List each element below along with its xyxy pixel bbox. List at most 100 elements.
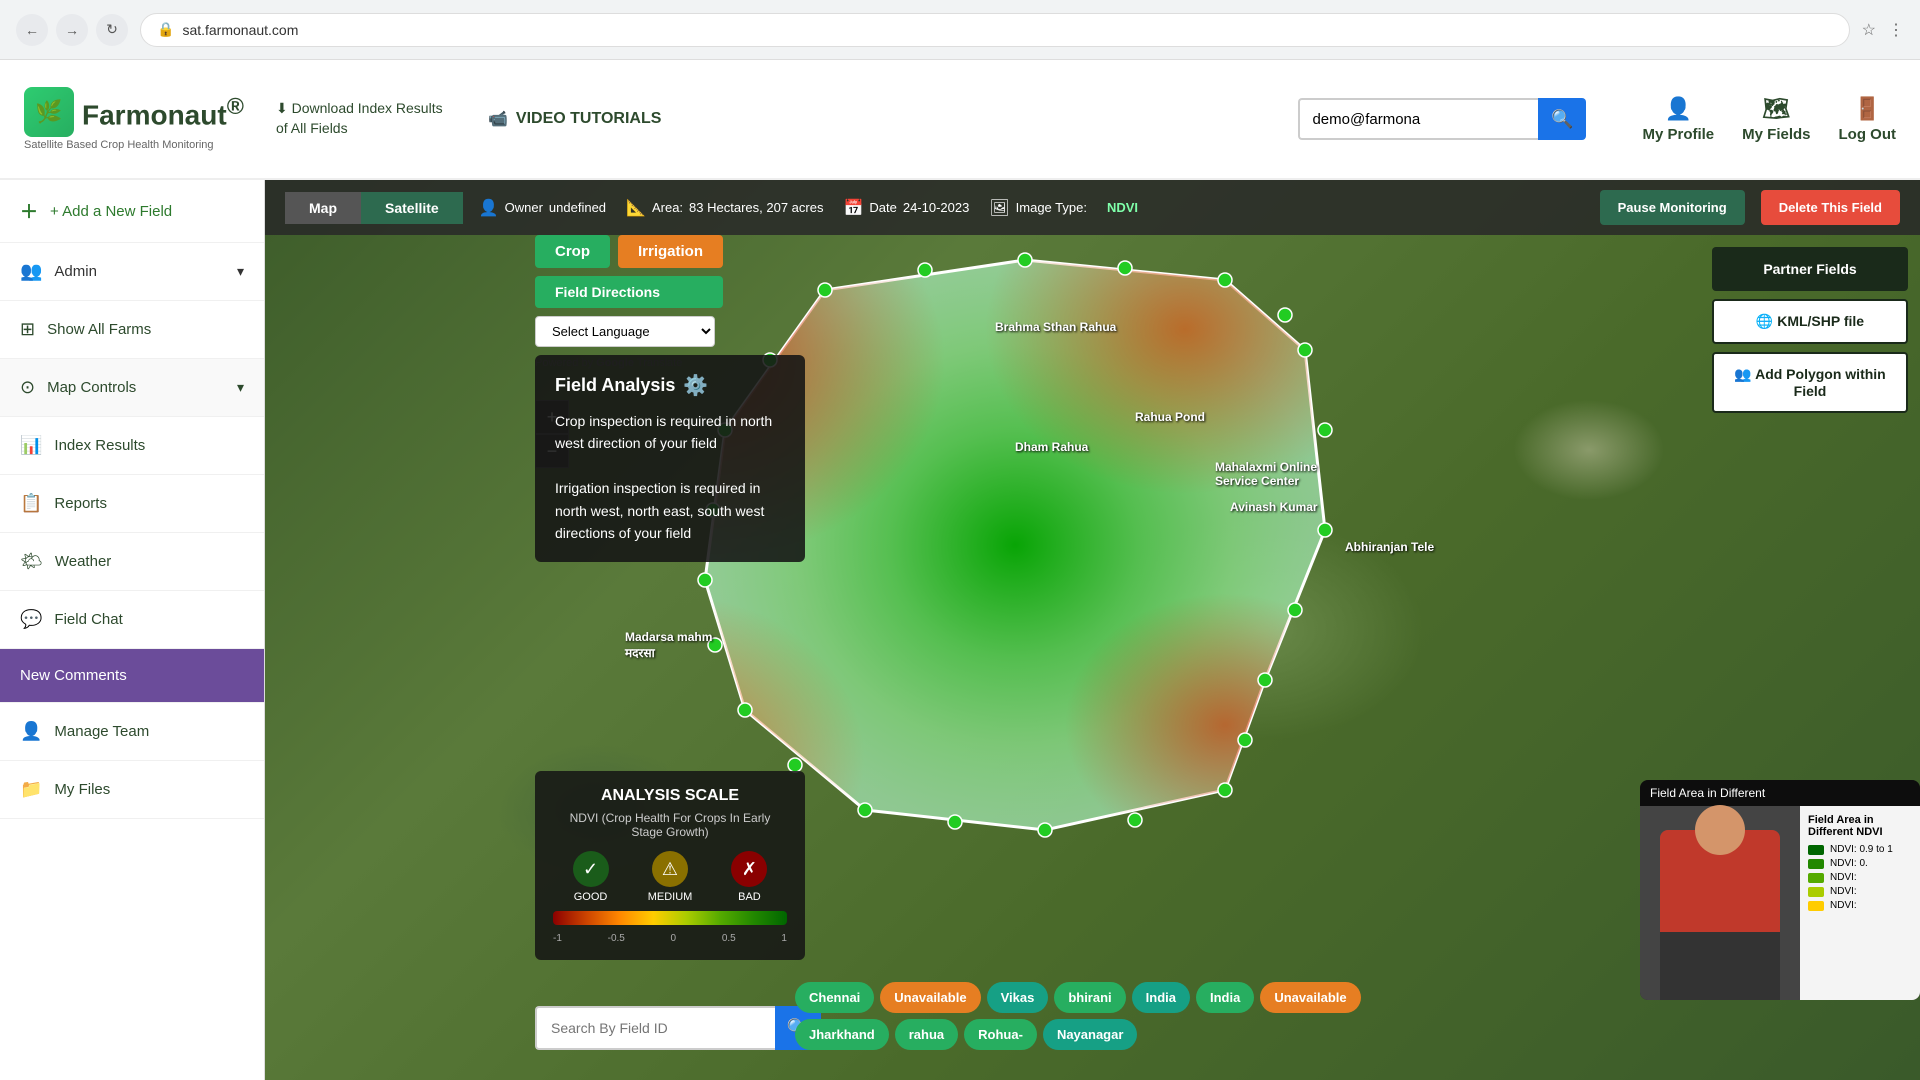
analysis-scale-subtitle: NDVI (Crop Health For Crops In Early Sta…: [553, 811, 787, 839]
field-tag-vikas[interactable]: Vikas: [987, 982, 1049, 1013]
ndvi-label: NDVI: [1107, 200, 1138, 215]
address-bar[interactable]: 🔒 sat.farmonaut.com: [140, 13, 1850, 47]
secure-icon: 🔒: [157, 21, 174, 38]
legend-color-1: [1808, 845, 1824, 855]
menu-icon[interactable]: ⋮: [1888, 20, 1904, 40]
pause-monitoring-button[interactable]: Pause Monitoring: [1600, 190, 1745, 225]
admin-icon: 👥: [20, 261, 42, 282]
sidebar-item-map-controls[interactable]: ⊙ Map Controls ▾: [0, 359, 264, 417]
sidebar-item-index-results[interactable]: 📊 Index Results: [0, 417, 264, 475]
add-icon: ＋: [20, 198, 38, 224]
search-button[interactable]: 🔍: [1538, 98, 1586, 140]
url-text: sat.farmonaut.com: [182, 22, 298, 38]
analysis-scale-panel: ANALYSIS SCALE NDVI (Crop Health For Cro…: [535, 771, 805, 960]
back-button[interactable]: ←: [16, 14, 48, 46]
satellite-button[interactable]: Satellite: [361, 192, 463, 224]
bookmark-icon[interactable]: ☆: [1862, 20, 1876, 40]
partner-fields-button[interactable]: Partner Fields: [1712, 247, 1908, 291]
sidebar-item-field-chat[interactable]: 💬 Field Chat: [0, 591, 264, 649]
browser-toolbar-icons: ☆ ⋮: [1862, 20, 1904, 40]
manage-team-label: Manage Team: [54, 723, 149, 740]
field-tag-unavailable-2[interactable]: Unavailable: [1260, 982, 1360, 1013]
legend-item-4: NDVI:: [1808, 886, 1912, 897]
sidebar-item-add-field[interactable]: ＋ + Add a New Field: [0, 180, 264, 243]
chevron-down-icon: ▾: [237, 263, 244, 280]
language-select[interactable]: Select Language: [535, 316, 715, 347]
crop-button[interactable]: Crop: [535, 235, 610, 268]
crop-irrigation-row: Crop Irrigation: [535, 235, 723, 268]
reports-icon: 📋: [20, 493, 42, 514]
chat-icon: 💬: [20, 609, 42, 630]
field-tag-india-2[interactable]: India: [1196, 982, 1254, 1013]
my-profile-nav[interactable]: 👤 My Profile: [1642, 96, 1714, 143]
refresh-button[interactable]: ↻: [96, 14, 128, 46]
weather-label: Weather: [55, 553, 111, 570]
owner-label: Owner: [505, 200, 543, 215]
field-tag-nayanagar[interactable]: Nayanagar: [1043, 1019, 1137, 1050]
field-tag-rahua[interactable]: rahua: [895, 1019, 958, 1050]
map-area[interactable]: Map Satellite 👤 Owner undefined 📐 Area: …: [265, 180, 1920, 1080]
show-farms-label: Show All Farms: [47, 321, 151, 338]
ndvi-info: NDVI: [1107, 200, 1138, 215]
color-scale-bar: [553, 911, 787, 925]
good-icon: ✓: [573, 851, 609, 887]
analysis-scale-title: ANALYSIS SCALE: [553, 787, 787, 805]
legend-item-3: NDVI:: [1808, 872, 1912, 883]
legend-item-1: NDVI: 0.9 to 1: [1808, 844, 1912, 855]
legend-item-5: NDVI:: [1808, 900, 1912, 911]
logo-brand: 🌿 Farmonaut®: [24, 87, 244, 137]
video-presenter: [1640, 806, 1800, 1000]
delete-field-button[interactable]: Delete This Field: [1761, 190, 1900, 225]
field-tag-chennai[interactable]: Chennai: [795, 982, 874, 1013]
field-tag-rohua[interactable]: Rohua-: [964, 1019, 1037, 1050]
image-type-label: Image Type:: [1016, 200, 1087, 215]
header-nav: 👤 My Profile 🗺 My Fields 🚪 Log Out: [1642, 96, 1896, 143]
settings-icon[interactable]: ⚙️: [683, 373, 708, 398]
field-analysis-title: Field Analysis ⚙️: [555, 373, 785, 398]
field-nav-buttons: Crop Irrigation Field Directions Select …: [535, 235, 723, 369]
sidebar-item-show-all-farms[interactable]: ⊞ Show All Farms: [0, 301, 264, 359]
map-toolbar: Map Satellite 👤 Owner undefined 📐 Area: …: [265, 180, 1920, 235]
field-analysis-panel: Field Analysis ⚙️ Crop inspection is req…: [535, 355, 805, 562]
log-out-nav[interactable]: 🚪 Log Out: [1839, 96, 1896, 143]
sidebar-item-manage-team[interactable]: 👤 Manage Team: [0, 703, 264, 761]
sidebar-item-reports[interactable]: 📋 Reports: [0, 475, 264, 533]
map-button[interactable]: Map: [285, 192, 361, 224]
bad-indicator: ✗ BAD: [731, 851, 767, 903]
field-directions-button[interactable]: Field Directions: [535, 276, 723, 308]
new-comments-label: New Comments: [20, 667, 127, 684]
presenter-figure: [1660, 830, 1780, 1000]
field-tag-jharkhand[interactable]: Jharkhand: [795, 1019, 889, 1050]
sidebar-item-weather[interactable]: 🌤 Weather: [0, 533, 264, 591]
date-info: 📅 Date 24-10-2023: [843, 198, 969, 218]
download-button[interactable]: Download Index Results of All Fields: [276, 99, 456, 138]
logo-subtitle: Satellite Based Crop Health Monitoring: [24, 139, 214, 151]
forward-button[interactable]: →: [56, 14, 88, 46]
sidebar: ＋ + Add a New Field 👥 Admin ▾ ⊞ Show All…: [0, 180, 265, 1080]
field-tag-unavailable-1[interactable]: Unavailable: [880, 982, 980, 1013]
email-search-input[interactable]: [1298, 98, 1538, 140]
image-type-info: 🖼 Image Type:: [989, 198, 1087, 218]
add-polygon-button[interactable]: 👥 Add Polygon within Field: [1712, 352, 1908, 413]
profile-icon: 👤: [1665, 96, 1692, 122]
sidebar-item-admin[interactable]: 👥 Admin ▾: [0, 243, 264, 301]
farms-icon: ⊞: [20, 319, 35, 340]
my-fields-nav[interactable]: 🗺 My Fields: [1742, 96, 1810, 143]
my-files-label: My Files: [54, 781, 110, 798]
map-type-buttons: Map Satellite: [285, 192, 463, 224]
video-widget-header: Field Area in Different: [1640, 780, 1920, 806]
sidebar-item-new-comments[interactable]: New Comments: [0, 649, 264, 703]
sidebar-item-my-files[interactable]: 📁 My Files: [0, 761, 264, 819]
medium-indicator: ⚠ MEDIUM: [648, 851, 693, 903]
video-tutorials-button[interactable]: 📹 VIDEO TUTORIALS: [488, 109, 661, 129]
irrigation-button[interactable]: Irrigation: [618, 235, 723, 268]
field-id-search-input[interactable]: [535, 1006, 775, 1050]
video-content: Field Area in Different NDVI NDVI: 0.9 t…: [1640, 806, 1920, 1000]
kml-shp-button[interactable]: 🌐 KML/SHP file: [1712, 299, 1908, 344]
map-controls-label: Map Controls: [47, 379, 136, 396]
field-tag-bhirani[interactable]: bhirani: [1054, 982, 1125, 1013]
owner-icon: 👤: [479, 198, 499, 218]
reg-symbol: ®: [227, 93, 244, 119]
search-bottom: 🔍: [535, 1006, 821, 1050]
field-tag-india-1[interactable]: India: [1132, 982, 1190, 1013]
